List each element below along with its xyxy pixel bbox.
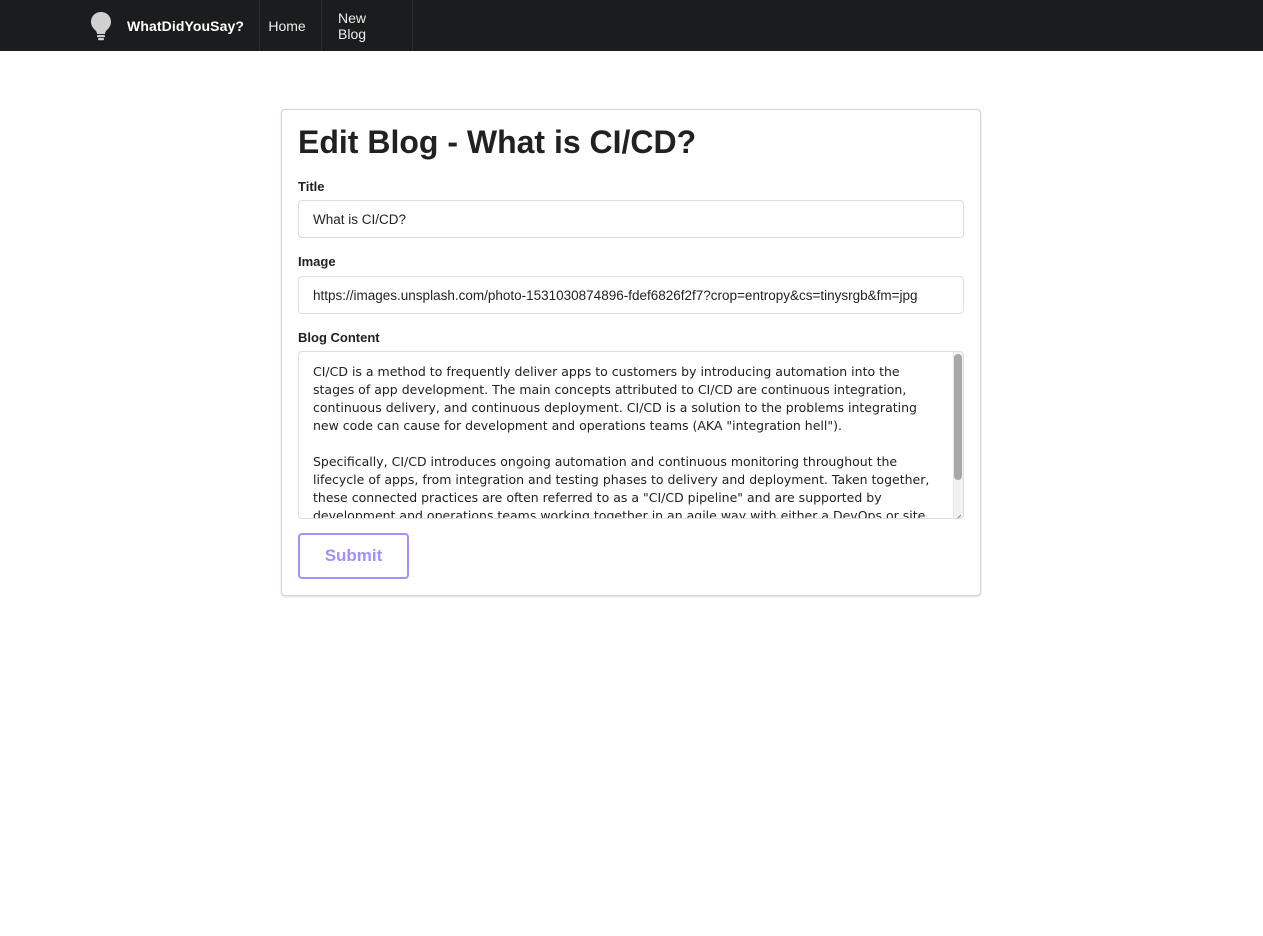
image-label: Image: [298, 254, 336, 269]
blog-content-text: CI/CD is a method to frequently deliver …: [313, 364, 930, 519]
brand-link[interactable]: WhatDidYouSay?: [74, 0, 261, 51]
title-label: Title: [298, 179, 325, 194]
submit-button[interactable]: Submit: [298, 533, 409, 579]
lightbulb-icon: [89, 11, 113, 41]
edit-blog-form-card: Edit Blog - What is CI/CD? Title Image B…: [281, 109, 981, 596]
page-title: Edit Blog - What is CI/CD?: [298, 124, 697, 160]
image-url-input[interactable]: [298, 276, 964, 314]
textarea-scrollbar-thumb[interactable]: [954, 354, 962, 480]
textarea-scrollbar[interactable]: [953, 352, 963, 518]
nav-new-blog-link[interactable]: New Blog: [322, 0, 413, 51]
resize-handle-icon[interactable]: [954, 509, 962, 518]
blog-content-label: Blog Content: [298, 330, 380, 345]
top-navbar: WhatDidYouSay? Home New Blog: [0, 0, 1263, 51]
blog-content-textarea[interactable]: CI/CD is a method to frequently deliver …: [298, 351, 964, 519]
title-input[interactable]: [298, 200, 964, 238]
brand-name: WhatDidYouSay?: [127, 17, 245, 34]
nav-home-link[interactable]: Home: [253, 0, 322, 51]
